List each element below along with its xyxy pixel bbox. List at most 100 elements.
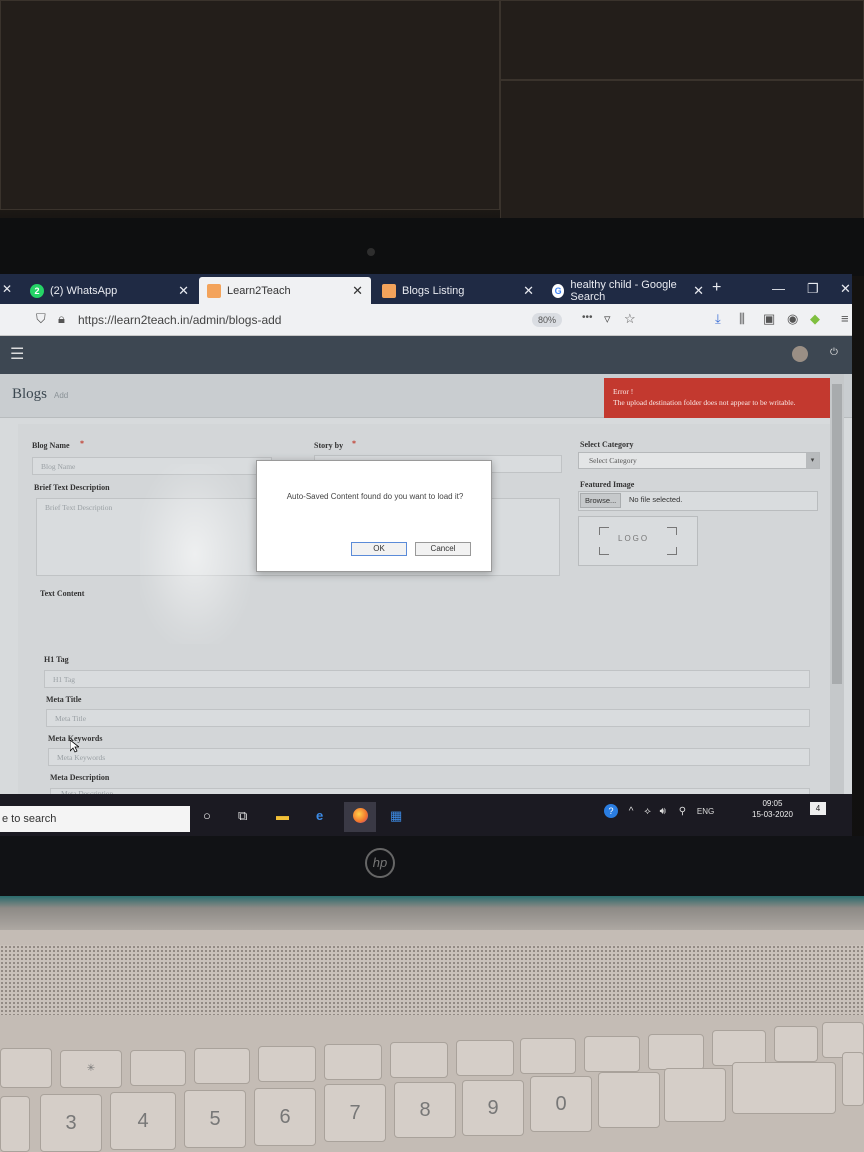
notification-center-icon[interactable]: 4: [810, 802, 826, 815]
scrollbar-thumb[interactable]: [832, 384, 842, 684]
story-by-label: Story by: [314, 441, 344, 450]
network-icon[interactable]: ⚲: [679, 806, 686, 817]
error-message: The upload destination folder does not a…: [613, 398, 796, 408]
cabinet-left: [0, 0, 500, 210]
dialog-message: Auto-Saved Content found do you want to …: [286, 492, 464, 501]
keyboard-key: [130, 1050, 186, 1086]
keyboard-key: 9: [462, 1080, 524, 1136]
admin-top-nav: ☰ ⏻: [0, 336, 852, 374]
address-bar[interactable]: https://learn2teach.in/admin/blogs-add: [78, 313, 281, 327]
page-actions-icon[interactable]: •••: [582, 312, 593, 323]
meta-description-label: Meta Description: [50, 773, 110, 782]
keyboard-key: [712, 1030, 766, 1066]
minimize-button[interactable]: —: [772, 281, 785, 296]
tab-label: healthy child - Google Search: [570, 278, 677, 303]
laptop-bezel-top: [0, 218, 864, 276]
close-icon[interactable]: ✕: [693, 283, 704, 299]
word-icon[interactable]: ▦: [390, 808, 402, 824]
keyboard-key: 6: [254, 1088, 316, 1146]
whatsapp-icon: 2: [30, 283, 44, 298]
avatar[interactable]: [792, 346, 808, 362]
dropbox-icon[interactable]: ⟡: [644, 806, 651, 817]
tab-blogs-listing[interactable]: Blogs Listing ✕: [374, 277, 542, 304]
taskbar-search-input[interactable]: e to search: [0, 806, 190, 832]
close-icon[interactable]: ✕: [352, 283, 363, 299]
tab-google-search[interactable]: G healthy child - Google Search ✕: [544, 277, 706, 304]
meta-keywords-input[interactable]: Meta Keywords: [48, 748, 810, 766]
page-subtitle: Add: [54, 391, 69, 400]
prev-tab-close-icon[interactable]: ✕: [2, 282, 12, 296]
pocket-icon[interactable]: ▿: [604, 311, 611, 327]
laptop-screen: ✕ 2 (2) WhatsApp ✕ Learn2Teach ✕ Blogs L…: [0, 274, 852, 836]
system-clock[interactable]: 09:05 15-03-2020: [752, 798, 793, 820]
windows-taskbar: e to search ○ ⧉ ▬ e ▦ ? ^ ⟡ 🔊︎ ⚲ ENG 09:…: [0, 794, 852, 836]
firefox-icon: [353, 808, 368, 823]
edge-icon[interactable]: e: [316, 808, 323, 823]
keyboard-key: 8: [394, 1082, 456, 1138]
volume-icon[interactable]: 🔊︎: [660, 806, 666, 817]
new-tab-button[interactable]: +: [712, 279, 721, 297]
logo-corner: [599, 527, 609, 535]
zoom-level[interactable]: 80%: [532, 313, 563, 327]
logo-corner: [667, 547, 677, 555]
mouse-cursor-icon: [70, 740, 79, 753]
tab-whatsapp[interactable]: 2 (2) WhatsApp ✕: [22, 277, 197, 304]
logo-corner: [667, 527, 677, 535]
learn2teach-icon: [207, 283, 221, 298]
language-indicator[interactable]: ENG: [697, 807, 714, 816]
chevron-up-icon[interactable]: ^: [629, 806, 634, 817]
task-view-icon[interactable]: ⧉: [238, 808, 247, 824]
photo-scene: ✕ 2 (2) WhatsApp ✕ Learn2Teach ✕ Blogs L…: [0, 0, 864, 1152]
browser-toolbar: ⛉ 🔒︎ https://learn2teach.in/admin/blogs-…: [0, 304, 852, 336]
keyboard-key: [456, 1040, 514, 1076]
cancel-button[interactable]: Cancel: [415, 542, 471, 556]
keyboard-key: 0: [530, 1076, 592, 1132]
hamburger-menu-icon[interactable]: ☰: [10, 344, 24, 364]
category-select[interactable]: Select Category: [578, 452, 820, 469]
clock-time: 09:05: [762, 799, 783, 808]
webcam: [367, 248, 375, 256]
keyboard-key: [664, 1068, 726, 1122]
keyboard-key: [598, 1072, 660, 1128]
cortana-icon[interactable]: ○: [203, 808, 211, 823]
ok-button[interactable]: OK: [351, 542, 407, 556]
meta-title-input[interactable]: Meta Title: [46, 709, 810, 727]
keyboard-key: 4: [110, 1092, 176, 1150]
learn2teach-icon: [382, 283, 396, 298]
shield-icon[interactable]: ⛉: [36, 311, 46, 327]
download-icon[interactable]: ⤓: [715, 311, 721, 327]
extension-icon[interactable]: ◆: [810, 311, 820, 327]
close-icon[interactable]: ✕: [178, 283, 189, 299]
lock-icon[interactable]: 🔒︎: [58, 311, 65, 327]
logo-corner: [599, 547, 609, 555]
file-explorer-icon[interactable]: ▬: [276, 808, 289, 823]
close-icon[interactable]: ✕: [523, 283, 534, 299]
keyboard-key: 5: [184, 1090, 246, 1148]
chevron-down-icon[interactable]: ▾: [806, 453, 819, 468]
browse-button[interactable]: Browse...: [580, 493, 622, 508]
library-icon[interactable]: ⫼: [739, 311, 745, 327]
file-status: No file selected.: [629, 495, 683, 504]
h1-tag-input[interactable]: H1 Tag: [44, 670, 810, 688]
required-mark: *: [80, 439, 84, 448]
browser-tab-bar: ✕ 2 (2) WhatsApp ✕ Learn2Teach ✕ Blogs L…: [0, 274, 852, 304]
keyboard-key: 3: [40, 1094, 102, 1152]
bookmark-star-icon[interactable]: ☆: [624, 311, 636, 327]
restore-button[interactable]: ❐: [807, 281, 819, 297]
power-icon[interactable]: ⏻: [830, 347, 838, 358]
sidebar-icon[interactable]: ▣: [763, 311, 775, 327]
tab-learn2teach[interactable]: Learn2Teach ✕: [199, 277, 371, 304]
close-window-button[interactable]: ✕: [840, 281, 851, 297]
error-alert: Error ! The upload destination folder do…: [604, 378, 844, 418]
required-mark: *: [352, 439, 356, 448]
blog-name-input[interactable]: Blog Name: [32, 457, 272, 475]
page-title: Blogs: [12, 386, 48, 402]
help-icon[interactable]: ?: [604, 804, 618, 818]
firefox-taskbar-button[interactable]: [344, 802, 376, 832]
keyboard-key: [732, 1062, 836, 1114]
hp-logo: hp: [365, 848, 395, 878]
cabinet-right-bottom: [500, 80, 864, 220]
menu-icon[interactable]: ≡: [841, 311, 849, 326]
speaker-grille: [0, 945, 864, 1015]
account-icon[interactable]: ◉: [787, 311, 798, 327]
